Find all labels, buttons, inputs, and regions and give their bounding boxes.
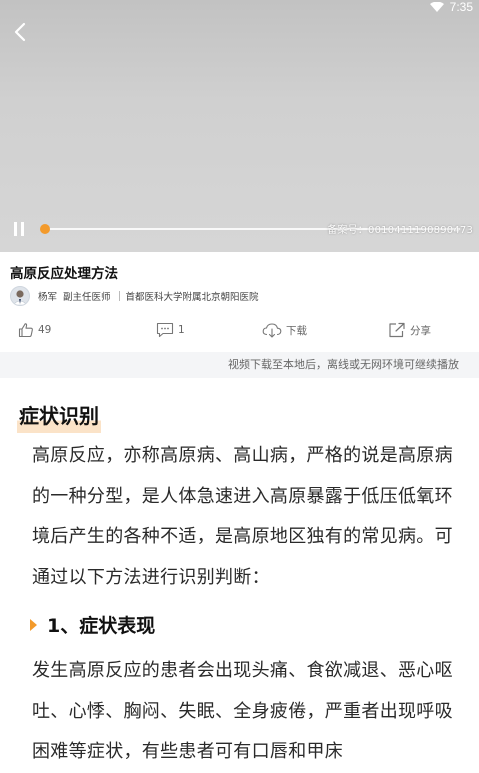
comment-icon [156,322,174,338]
comment-count: 1 [178,324,185,336]
download-label: 下载 [286,324,307,337]
video-title: 高原反应处理方法 [10,266,118,282]
like-button[interactable]: 49 [18,320,51,340]
like-count: 49 [38,324,52,336]
progress-knob[interactable] [40,224,50,234]
status-bar: 7:35 [429,0,473,14]
download-icon [262,323,282,338]
offline-tip: 视频下载至本地后，离线或无网环境可继续播放 [0,352,479,378]
author-name: 杨军 [38,292,58,303]
doctor-avatar-icon [12,290,28,305]
status-time: 7:35 [449,0,473,14]
back-button[interactable] [8,20,32,44]
video-player[interactable]: 7:35 备案号：0010411190890473 [0,0,479,252]
article-paragraph: 高原反应，亦称高原病、高山病，严格的说是高原病的一种分型，是人体急速进入高原暴露… [32,445,453,588]
thumbs-up-icon [18,323,33,338]
share-label: 分享 [410,324,431,337]
author-hospital: 首都医科大学附属北京朝阳医院 [125,292,259,303]
comment-button[interactable]: 1 [156,320,185,340]
chevron-left-icon [14,22,26,42]
subsection-title: 1、症状表现 [47,615,156,637]
pause-icon [14,222,24,236]
wifi-icon [429,2,444,12]
section-heading: 症状识别 [17,400,101,433]
pause-button[interactable] [9,219,29,239]
author-row[interactable]: 杨军 副主任医师 首都医科大学附属北京朝阳医院 [10,286,259,306]
triangle-bullet-icon [30,618,37,631]
avatar[interactable] [10,286,30,306]
divider [118,291,120,301]
article-paragraph: 发生高原反应的患者会出现头痛、食欲减退、恶心呕吐、心悸、胸闷、失眠、全身疲倦，严… [32,660,453,762]
author-title: 副主任医师 [63,292,111,303]
download-button[interactable]: 下载 [262,320,307,340]
share-icon [389,322,405,338]
record-number: 备案号：0010411190890473 [327,225,473,236]
action-bar: 49 1 下载 分享 [0,316,479,344]
share-button[interactable]: 分享 [388,320,431,340]
subsection-heading: 1、症状表现 [30,611,155,638]
